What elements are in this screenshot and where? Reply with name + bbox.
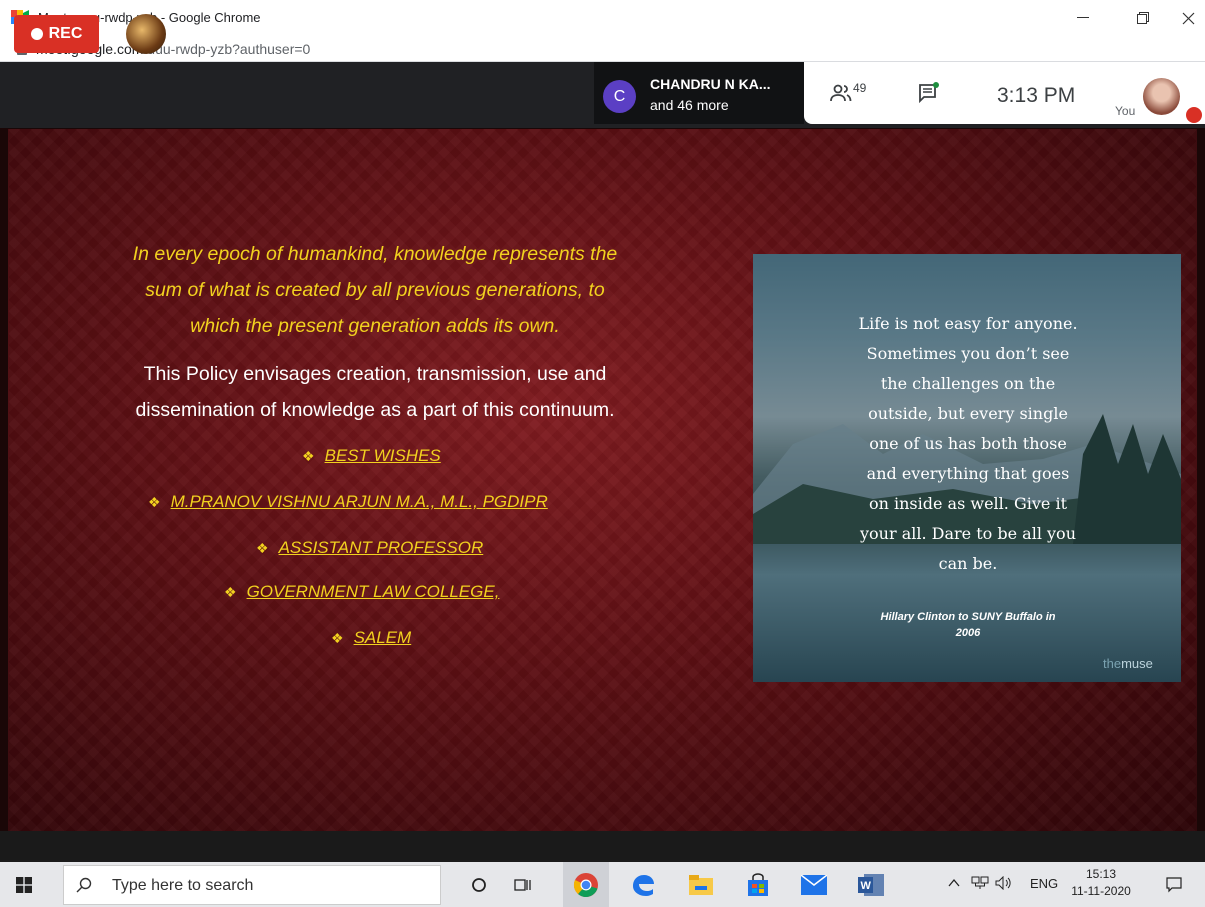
task-view-glyph-icon	[514, 878, 531, 891]
notifications-icon[interactable]	[1152, 862, 1196, 907]
meet-bottom-bar	[0, 831, 1205, 862]
picture-brand: themuse	[1103, 656, 1153, 671]
minimize-icon	[1077, 17, 1089, 18]
presenter-avatar	[126, 14, 166, 54]
speaker-icon	[995, 875, 1011, 891]
ethernet-icon	[971, 876, 989, 889]
picture-quote-line: and everything that goes	[866, 464, 1070, 483]
bullet-text: ASSISTANT PROFESSOR	[278, 538, 484, 557]
start-button[interactable]	[0, 862, 48, 907]
clock-date: 11-11-2020	[1071, 884, 1131, 898]
slide-bullet: ❖ ASSISTANT PROFESSOR	[256, 538, 483, 558]
folder-icon	[689, 874, 713, 895]
network-icon[interactable]	[971, 876, 989, 893]
slide-bullet: ❖ BEST WISHES	[302, 446, 441, 466]
clock-time: 15:13	[1085, 867, 1117, 881]
language-indicator[interactable]: ENG	[1030, 876, 1058, 891]
restore-icon	[1137, 12, 1149, 24]
slide-quote: In every epoch of humankind, knowledge r…	[60, 236, 690, 344]
envelope-icon	[801, 874, 827, 895]
recording-badge: REC	[14, 15, 99, 53]
bullet-text: BEST WISHES	[324, 446, 441, 465]
cortana-icon[interactable]	[456, 862, 502, 907]
slide-quote-line: In every epoch of humankind, knowledge r…	[132, 243, 618, 265]
restore-button[interactable]	[1120, 2, 1166, 34]
attribution-line: 2006	[955, 627, 981, 639]
diamond-bullet-icon: ❖	[224, 584, 237, 600]
address-bar[interactable]: meet.google.com/uuu-rwdp-yzb?authuser=0	[0, 36, 1205, 62]
word-icon[interactable]: W	[848, 862, 894, 907]
rec-label: REC	[48, 25, 83, 42]
edge-icon[interactable]	[620, 862, 666, 907]
self-label: You	[1115, 104, 1136, 118]
diamond-bullet-icon: ❖	[302, 448, 315, 464]
edge-logo-icon	[633, 874, 654, 896]
picture-quote-line: Life is not easy for anyone.	[858, 314, 1078, 333]
diamond-bullet-icon: ❖	[331, 630, 344, 646]
minimize-button[interactable]	[1060, 2, 1106, 34]
presenting-text: Pranov Vishnu Arjun is presenting	[187, 22, 472, 43]
quote-picture: Life is not easy for anyone. Sometimes y…	[753, 254, 1181, 682]
record-dot-icon	[30, 28, 43, 40]
diamond-bullet-icon: ❖	[148, 494, 161, 510]
diamond-bullet-icon: ❖	[256, 540, 269, 556]
picture-quote: Life is not easy for anyone. Sometimes y…	[823, 309, 1113, 579]
action-center-icon	[1166, 876, 1182, 892]
task-view-icon[interactable]	[500, 862, 546, 907]
close-button[interactable]	[1165, 2, 1205, 34]
tray-overflow-icon[interactable]	[948, 876, 960, 891]
picture-quote-line: the challenges on the	[880, 374, 1056, 393]
file-explorer-icon[interactable]	[678, 862, 724, 907]
meeting-time: 3:13 PM	[997, 84, 1076, 107]
picture-quote-line: outside, but every single	[868, 404, 1068, 423]
slide-bullet: ❖ SALEM	[331, 628, 411, 648]
slide-quote-line: sum of what is created by all previous g…	[145, 279, 605, 301]
volume-icon[interactable]	[995, 875, 1013, 893]
shopping-bag-icon	[748, 872, 768, 896]
slide-policy-line: This Policy envisages creation, transmis…	[143, 363, 607, 385]
picture-quote-line: Sometimes you don’t see	[866, 344, 1070, 363]
mail-icon[interactable]	[791, 862, 837, 907]
participant-more: and 46 more	[650, 97, 729, 113]
store-icon[interactable]	[735, 862, 781, 907]
people-count: 49	[853, 81, 867, 95]
taskbar-clock[interactable]: 15:13 11-11-2020	[1071, 866, 1131, 900]
bullet-text: GOVERNMENT LAW COLLEGE,	[246, 582, 500, 601]
slide-bullet: ❖ M.PRANOV VISHNU ARJUN M.A., M.L., PGDIP…	[148, 492, 548, 512]
search-icon	[76, 877, 92, 893]
word-logo-icon: W	[858, 873, 884, 896]
picture-quote-line: one of us has both those	[869, 434, 1067, 453]
participant-avatar: C	[603, 80, 636, 113]
chrome-icon[interactable]	[563, 862, 609, 907]
taskbar-search-input[interactable]: Type here to search	[63, 865, 441, 905]
brand-muse: muse	[1121, 656, 1153, 671]
slide-quote-line: which the present generation adds its ow…	[190, 315, 560, 337]
chrome-logo-icon	[573, 872, 598, 897]
picture-quote-line: your all. Dare to be all you	[859, 524, 1076, 543]
chat-icon[interactable]	[918, 82, 940, 104]
bullet-text: SALEM	[353, 628, 412, 647]
attribution-line: Hillary Clinton to SUNY Buffalo in	[880, 611, 1056, 623]
slide-bullet: ❖ GOVERNMENT LAW COLLEGE,	[224, 582, 499, 602]
participant-name: CHANDRU N KA...	[650, 76, 771, 92]
picture-quote-line: on inside as well. Give it	[868, 494, 1067, 513]
slide-policy: This Policy envisages creation, transmis…	[60, 356, 690, 428]
people-icon[interactable]	[830, 84, 852, 102]
brand-the: the	[1103, 656, 1122, 671]
picture-quote-line: can be.	[938, 554, 998, 573]
slide-policy-line: dissemination of knowledge as a part of …	[135, 399, 615, 421]
windows-start-icon	[16, 876, 32, 893]
close-icon	[1182, 12, 1194, 24]
picture-attribution: Hillary Clinton to SUNY Buffalo in 2006	[853, 609, 1083, 641]
svg-text:W: W	[861, 880, 872, 892]
search-placeholder: Type here to search	[112, 877, 254, 894]
browser-titlebar: Meet - uuu-rwdp-yzb - Google Chrome	[0, 0, 1205, 36]
cortana-circle-icon	[472, 877, 486, 892]
bullet-text: M.PRANOV VISHNU ARJUN M.A., M.L., PGDIPR	[170, 492, 548, 511]
self-avatar	[1143, 78, 1180, 115]
mic-off-icon	[1186, 107, 1202, 123]
chevron-up-icon	[948, 878, 960, 887]
